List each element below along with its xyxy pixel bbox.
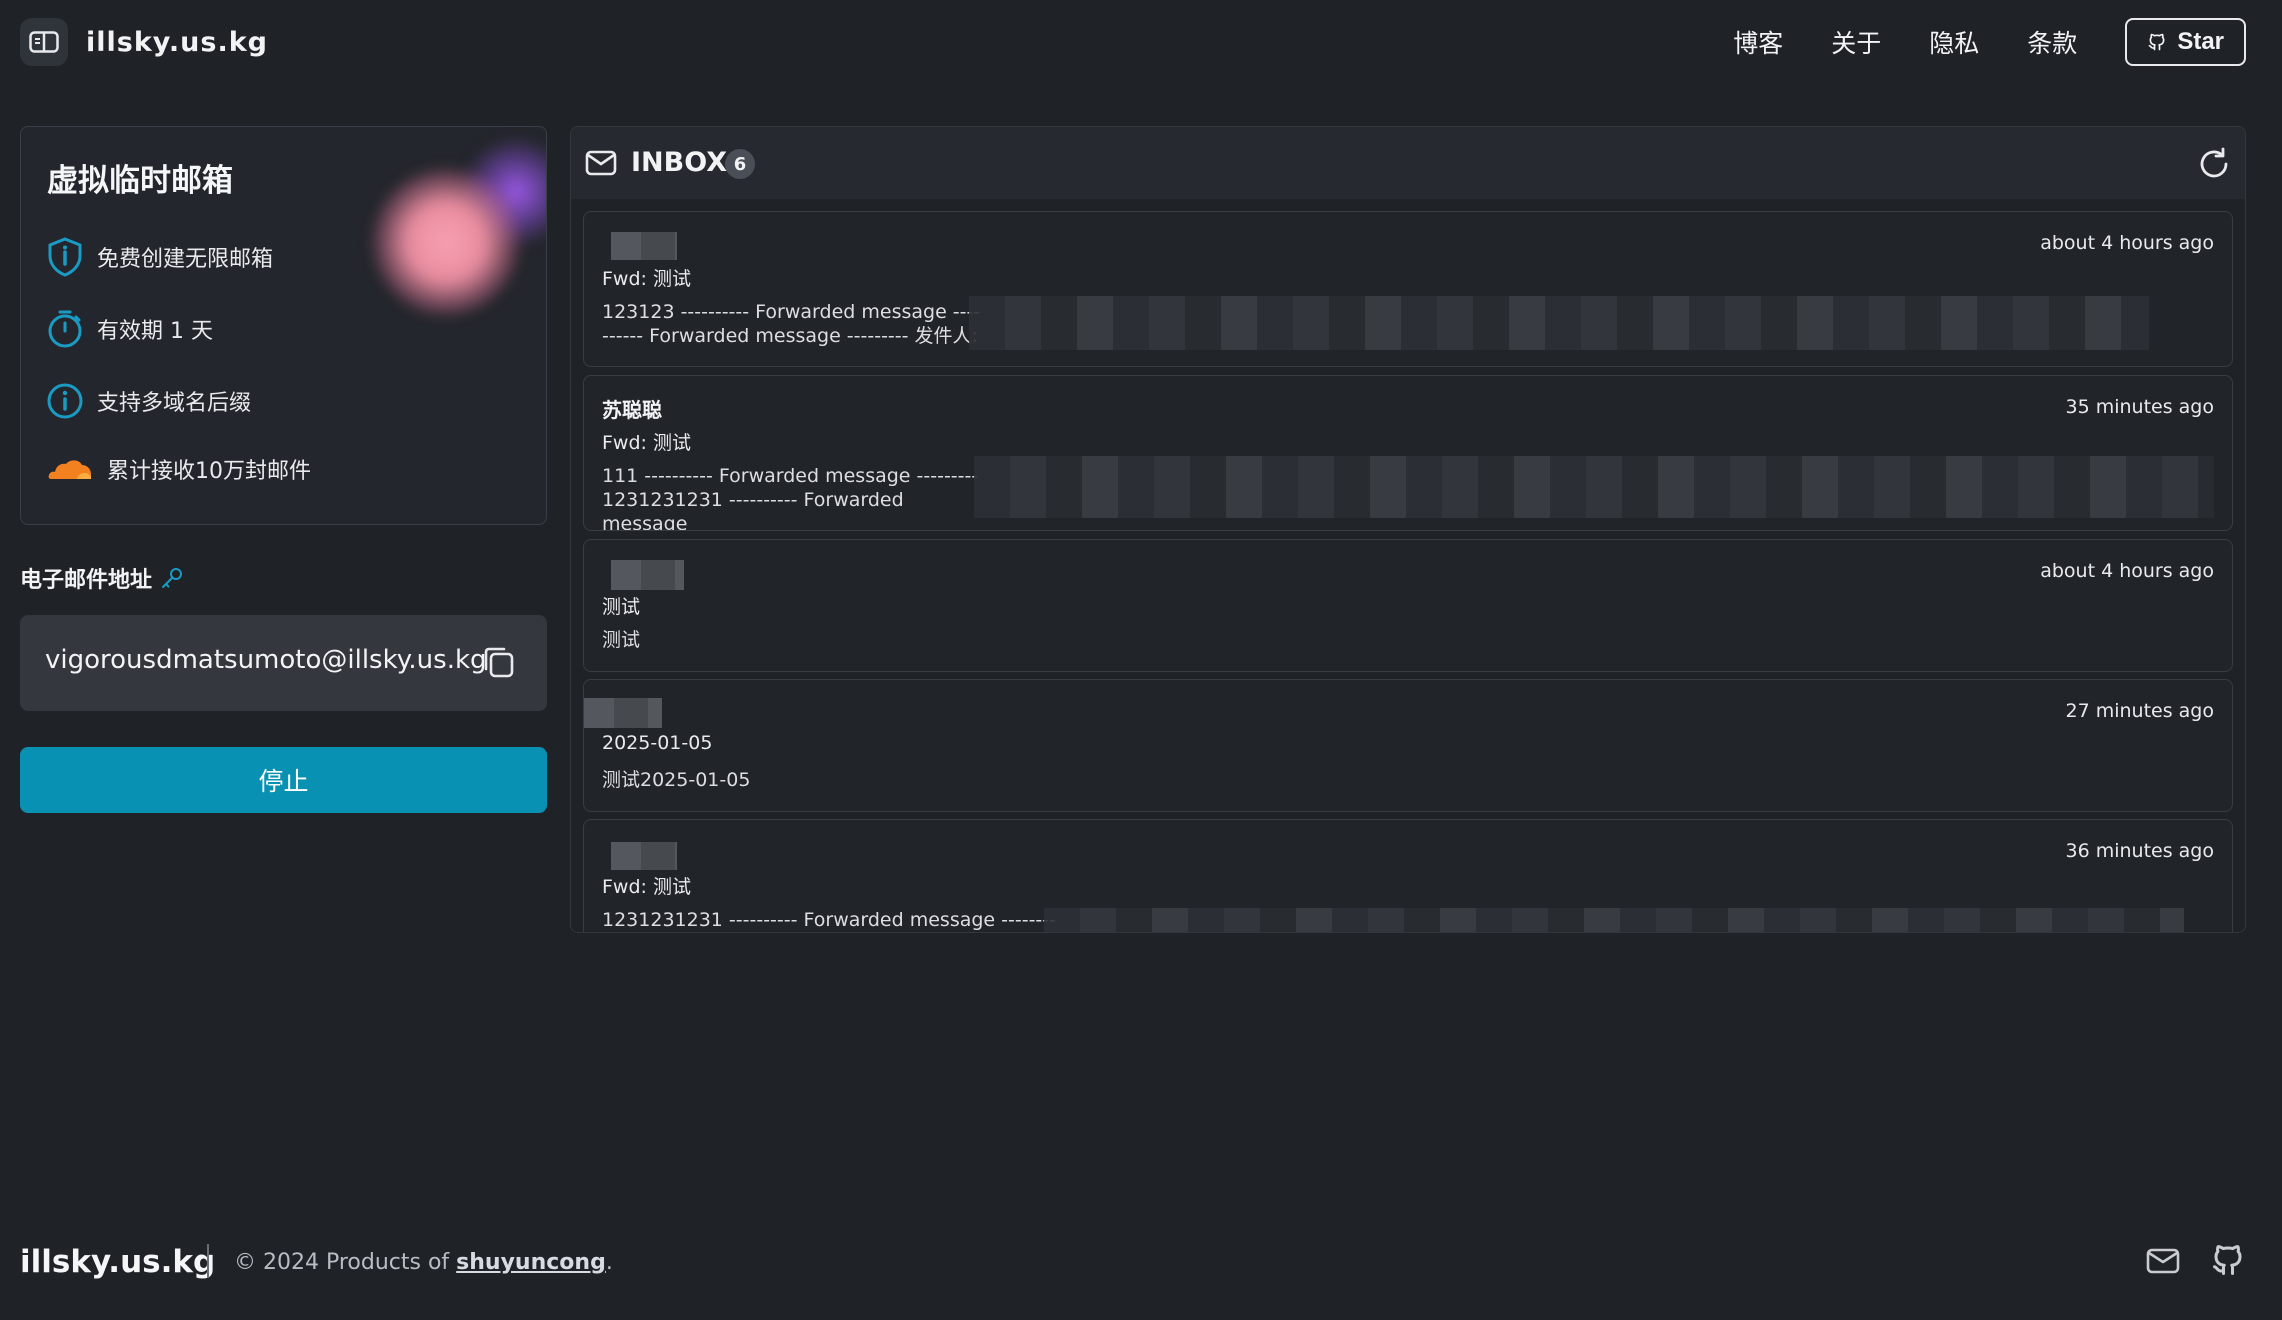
- redacted-sender: [611, 842, 677, 870]
- stop-button[interactable]: 停止: [20, 747, 547, 813]
- redacted-preview: [1044, 908, 2184, 932]
- inbox-header: INBOX 6: [571, 127, 2245, 199]
- mail-icon: [585, 150, 617, 176]
- inbox-count-badge: 6: [725, 149, 755, 179]
- email-address-value[interactable]: vigorousdmatsumoto@illsky.us.kg: [45, 645, 487, 675]
- book-icon: [20, 18, 68, 66]
- redacted-preview: [974, 456, 2214, 518]
- redacted-sender: [611, 560, 684, 590]
- message-preview: 测试2025-01-05: [602, 769, 751, 791]
- github-star-button[interactable]: Star: [2125, 18, 2246, 66]
- card-title: 虚拟临时邮箱: [47, 163, 233, 199]
- footer-brand[interactable]: illsky.us.kg: [20, 1244, 215, 1280]
- top-nav: 博客 关于 隐私 条款 Star: [1733, 18, 2246, 66]
- footer: illsky.us.kg © 2024 Products of shuyunco…: [0, 1230, 2282, 1294]
- github-icon: [2148, 33, 2165, 51]
- message-item[interactable]: 苏聪聪 Fwd: 测试 111 ---------- Forwarded mes…: [583, 375, 2233, 531]
- brand[interactable]: illsky.us.kg: [20, 18, 268, 66]
- inbox-panel: INBOX 6 Fwd: 测试 123123 ---------- Forwar…: [570, 126, 2246, 933]
- key-icon[interactable]: [160, 566, 184, 590]
- message-subject: 2025-01-05: [602, 732, 713, 754]
- nav-blog[interactable]: 博客: [1733, 24, 1783, 60]
- redacted-sender: [611, 232, 677, 260]
- timer-icon: [48, 310, 82, 348]
- feature-item: 累计接收10万封邮件: [47, 453, 311, 485]
- message-preview: 123123 ---------- Forwarded message ----…: [602, 301, 981, 347]
- message-preview: 1231231231 ---------- Forwarded message …: [602, 909, 1056, 931]
- refresh-icon[interactable]: [2197, 147, 2231, 181]
- decorative-blob: [371, 167, 521, 317]
- footer-divider: [207, 1244, 209, 1278]
- brand-name: illsky.us.kg: [86, 26, 269, 58]
- email-address-label: 电子邮件地址: [20, 562, 184, 594]
- message-preview: 111 ---------- Forwarded message -------…: [602, 465, 979, 531]
- message-item[interactable]: Fwd: 测试 123123 ---------- Forwarded mess…: [583, 211, 2233, 367]
- message-item[interactable]: 测试 测试 about 4 hours ago: [583, 539, 2233, 672]
- redacted-preview: [969, 296, 2149, 350]
- message-subject: Fwd: 测试: [602, 876, 691, 898]
- inbox-title: INBOX: [631, 147, 728, 178]
- message-item[interactable]: 2025-01-05 测试2025-01-05 27 minutes ago: [583, 679, 2233, 812]
- feature-item: 支持多域名后缀: [47, 381, 251, 421]
- feature-label: 累计接收10万封邮件: [107, 459, 311, 484]
- star-label: Star: [2177, 28, 2224, 55]
- message-subject: Fwd: 测试: [602, 432, 691, 454]
- author-link[interactable]: shuyuncong: [456, 1250, 606, 1275]
- message-subject: Fwd: 测试: [602, 268, 691, 290]
- shield-icon: [48, 237, 82, 277]
- info-icon: [47, 383, 83, 419]
- info-card: 虚拟临时邮箱 免费创建无限邮箱 有效期 1 天 支持多域名后缀 累计接收10万封…: [20, 126, 547, 525]
- github-icon[interactable]: [2210, 1242, 2246, 1278]
- mail-icon[interactable]: [2146, 1246, 2180, 1276]
- nav-terms[interactable]: 条款: [2027, 24, 2077, 60]
- feature-label: 免费创建无限邮箱: [97, 247, 274, 272]
- copy-icon[interactable]: [482, 645, 516, 679]
- feature-item: 有效期 1 天: [47, 309, 213, 349]
- top-bar: illsky.us.kg 博客 关于 隐私 条款 Star: [0, 0, 2282, 86]
- message-time: about 4 hours ago: [2040, 232, 2214, 254]
- message-item[interactable]: Fwd: 测试 1231231231 ---------- Forwarded …: [583, 819, 2233, 932]
- message-subject: 测试: [602, 596, 641, 618]
- feature-label: 支持多域名后缀: [97, 391, 252, 416]
- feature-label: 有效期 1 天: [97, 319, 213, 344]
- nav-about[interactable]: 关于: [1831, 24, 1881, 60]
- footer-copyright: © 2024 Products of shuyuncong.: [234, 1250, 613, 1275]
- message-preview: 测试: [602, 629, 641, 651]
- cloudflare-icon: [48, 460, 91, 479]
- redacted-sender: [584, 698, 662, 728]
- message-time: 35 minutes ago: [2065, 396, 2215, 418]
- nav-privacy[interactable]: 隐私: [1929, 24, 1979, 60]
- message-sender: 苏聪聪: [602, 398, 662, 422]
- email-address-field[interactable]: vigorousdmatsumoto@illsky.us.kg: [20, 615, 547, 711]
- message-time: about 4 hours ago: [2040, 560, 2214, 582]
- message-time: 36 minutes ago: [2065, 840, 2215, 862]
- message-time: 27 minutes ago: [2065, 700, 2215, 722]
- feature-item: 免费创建无限邮箱: [47, 237, 273, 277]
